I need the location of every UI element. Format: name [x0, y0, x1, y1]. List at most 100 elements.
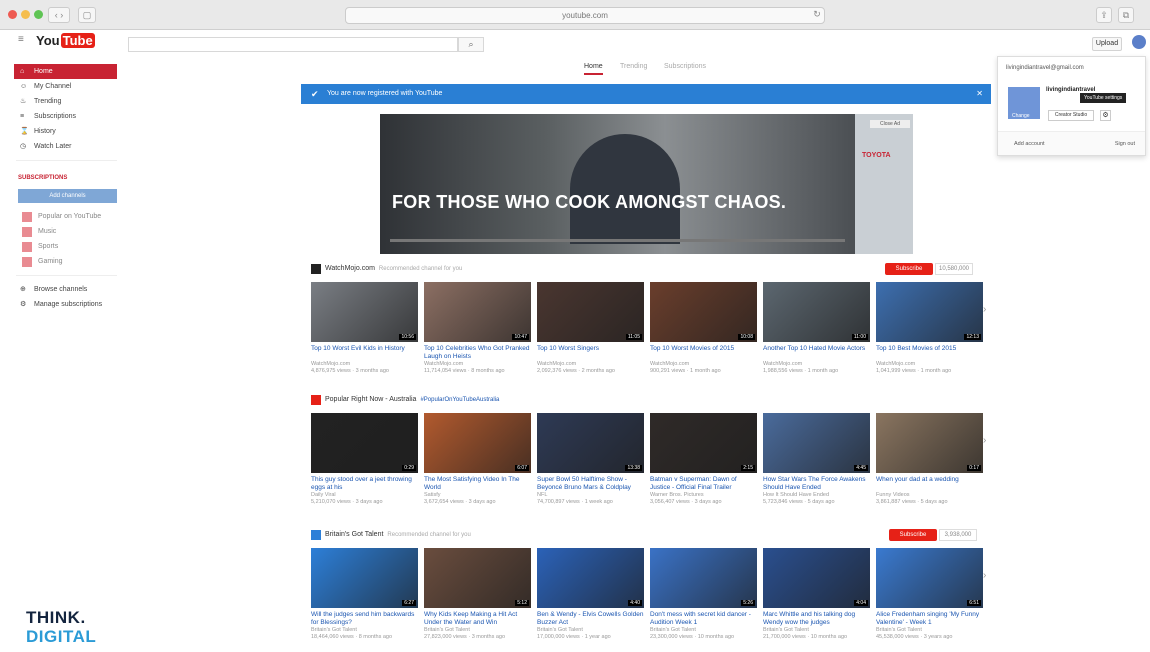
video-channel[interactable]: Britain's Got Talent [763, 627, 870, 634]
hero-ad[interactable]: FOR THOSE WHO COOK AMONGST CHAOS. Close … [380, 114, 913, 254]
video-thumbnail[interactable]: 6:27 [311, 548, 418, 608]
video-card[interactable]: 0:29 This guy stood over a jeet throwing … [311, 413, 418, 506]
video-title[interactable]: Super Bowl 50 Halftime Show - Beyoncé Br… [537, 476, 644, 492]
shelf-title[interactable]: Britain's Got Talent [325, 531, 383, 538]
video-thumbnail[interactable]: 11:05 [537, 282, 644, 342]
search-button[interactable]: ⌕ [458, 37, 484, 52]
subscribe-button[interactable]: Subscribe [885, 263, 933, 275]
video-channel[interactable]: Funny Videos [876, 492, 983, 499]
video-card[interactable]: 13:38 Super Bowl 50 Halftime Show - Beyon… [537, 413, 644, 506]
reload-icon[interactable]: ↻ [810, 7, 824, 23]
video-channel[interactable]: WatchMojo.com [311, 361, 418, 368]
video-channel[interactable]: NFL [537, 492, 644, 499]
close-icon[interactable]: ✕ [976, 84, 983, 104]
sidebar-item-my-channel[interactable]: ☺ My Channel [0, 79, 125, 94]
video-card[interactable]: 11:05 Top 10 Worst Singers WatchMojo.com 2,… [537, 282, 644, 375]
video-title[interactable]: The Most Satisfying Video In The World [424, 476, 531, 492]
video-thumbnail[interactable]: 2:15 [650, 413, 757, 473]
upload-button[interactable]: Upload [1092, 37, 1122, 51]
video-title[interactable]: Why Kids Keep Making a Hit Act Under the… [424, 611, 531, 627]
youtube-logo[interactable]: You Tube [36, 33, 95, 48]
video-thumbnail[interactable]: 12:13 [876, 282, 983, 342]
video-card[interactable]: 11:00 Another Top 10 Hated Movie Actors Wa… [763, 282, 870, 375]
video-card[interactable]: 4:40 Ben & Wendy - Elvis Cowells Golden B… [537, 548, 644, 641]
sidebar-item-browse-channels[interactable]: ⊕ Browse channels [0, 282, 125, 297]
video-card[interactable]: 10:56 Top 10 Worst Evil Kids in History Wa… [311, 282, 418, 375]
video-card[interactable]: 6:27 Will the judges send him backwards f… [311, 548, 418, 641]
change-photo-label[interactable]: Change [1012, 113, 1030, 119]
video-thumbnail[interactable]: 5:12 [424, 548, 531, 608]
sign-out-button[interactable]: Sign out [1115, 141, 1135, 147]
maximize-window-icon[interactable] [34, 10, 43, 19]
video-card[interactable]: 10:47 Top 10 Celebrities Who Got Pranked … [424, 282, 531, 375]
video-channel[interactable]: Britain's Got Talent [650, 627, 757, 634]
video-channel[interactable]: Britain's Got Talent [424, 627, 531, 634]
video-channel[interactable]: Satisfy [424, 492, 531, 499]
sidebar-item-history[interactable]: ⌛ History [0, 124, 125, 139]
shelf-title[interactable]: WatchMojo.com [325, 265, 375, 272]
chevron-right-icon[interactable]: › [983, 435, 986, 446]
video-card[interactable]: 6:07 The Most Satisfying Video In The Wor… [424, 413, 531, 506]
video-thumbnail[interactable]: 11:00 [763, 282, 870, 342]
tab-trending[interactable]: Trending [620, 63, 647, 70]
video-title[interactable]: Ben & Wendy - Elvis Cowells Golden Buzze… [537, 611, 644, 627]
add-channels-button[interactable]: Add channels [18, 189, 117, 203]
sidebar-item-watch-later[interactable]: ◷ Watch Later [0, 139, 125, 154]
video-card[interactable]: 2:15 Batman v Superman: Dawn of Justice -… [650, 413, 757, 506]
video-card[interactable]: 5:26 Don't mess with secret kid dancer - … [650, 548, 757, 641]
subscription-item-sports[interactable]: Sports [0, 239, 125, 254]
subscription-item-gaming[interactable]: Gaming [0, 254, 125, 269]
video-thumbnail[interactable]: 4:45 [763, 413, 870, 473]
subscribe-button[interactable]: Subscribe [889, 529, 937, 541]
video-channel[interactable]: WatchMojo.com [763, 361, 870, 368]
video-channel[interactable]: Warner Bros. Pictures [650, 492, 757, 499]
video-title[interactable]: Marc Whittle and his talking dog Wendy w… [763, 611, 870, 627]
video-progress-bar[interactable] [390, 239, 845, 242]
tab-home[interactable]: Home [584, 63, 603, 75]
video-thumbnail[interactable]: 10:47 [424, 282, 531, 342]
video-card[interactable]: 10:08 Top 10 Worst Movies of 2015 WatchMoj… [650, 282, 757, 375]
sidebar-toggle-icon[interactable]: ▢ [78, 7, 96, 23]
subscription-item-popular[interactable]: Popular on YouTube [0, 209, 125, 224]
close-window-icon[interactable] [8, 10, 17, 19]
video-thumbnail[interactable]: 5:26 [650, 548, 757, 608]
sidebar-item-trending[interactable]: ♨ Trending [0, 94, 125, 109]
video-channel[interactable]: WatchMojo.com [424, 361, 531, 368]
video-thumbnail[interactable]: 10:56 [311, 282, 418, 342]
add-account-button[interactable]: Add account [1014, 141, 1045, 147]
sidebar-item-manage-subscriptions[interactable]: ⚙ Manage subscriptions [0, 297, 125, 312]
video-thumbnail[interactable]: 6:51 [876, 548, 983, 608]
sidebar-item-subscriptions[interactable]: ≡ Subscriptions [0, 109, 125, 124]
video-title[interactable]: Alice Fredenham singing 'My Funny Valent… [876, 611, 983, 627]
subscription-item-music[interactable]: Music [0, 224, 125, 239]
video-card[interactable]: 4:04 Marc Whittle and his talking dog Wen… [763, 548, 870, 641]
shelf-note[interactable]: #PopularOnYouTubeAustralia [420, 397, 499, 403]
video-title[interactable]: Top 10 Best Movies of 2015 [876, 345, 983, 361]
video-thumbnail[interactable]: 4:40 [537, 548, 644, 608]
back-button[interactable]: ‹ › [48, 7, 70, 23]
close-ad-button[interactable]: Close Ad [870, 120, 910, 128]
video-title[interactable]: Will the judges send him backwards for B… [311, 611, 418, 627]
video-thumbnail[interactable]: 6:07 [424, 413, 531, 473]
video-card[interactable]: 6:51 Alice Fredenham singing 'My Funny Va… [876, 548, 983, 641]
video-card[interactable]: 4:45 How Star Wars The Force Awakens Shou… [763, 413, 870, 506]
settings-gear-icon[interactable]: ⚙ [1100, 110, 1111, 121]
shelf-title[interactable]: Popular Right Now - Australia [325, 396, 416, 403]
video-thumbnail[interactable]: 4:04 [763, 548, 870, 608]
video-title[interactable]: Another Top 10 Hated Movie Actors [763, 345, 870, 361]
video-channel[interactable]: WatchMojo.com [650, 361, 757, 368]
tab-subscriptions[interactable]: Subscriptions [664, 63, 706, 70]
avatar[interactable] [1132, 35, 1146, 49]
chevron-right-icon[interactable]: › [983, 570, 986, 581]
menu-icon[interactable]: ≡ [18, 34, 24, 45]
video-card[interactable]: 0:17 When your dad at a wedding Funny Vide… [876, 413, 983, 506]
video-thumbnail[interactable]: 0:17 [876, 413, 983, 473]
video-title[interactable]: Top 10 Worst Movies of 2015 [650, 345, 757, 361]
video-channel[interactable]: How It Should Have Ended [763, 492, 870, 499]
video-channel[interactable]: Daily Viral [311, 492, 418, 499]
video-thumbnail[interactable]: 0:29 [311, 413, 418, 473]
video-title[interactable]: Batman v Superman: Dawn of Justice - Off… [650, 476, 757, 492]
video-channel[interactable]: WatchMojo.com [537, 361, 644, 368]
video-channel[interactable]: WatchMojo.com [876, 361, 983, 368]
video-channel[interactable]: Britain's Got Talent [311, 627, 418, 634]
